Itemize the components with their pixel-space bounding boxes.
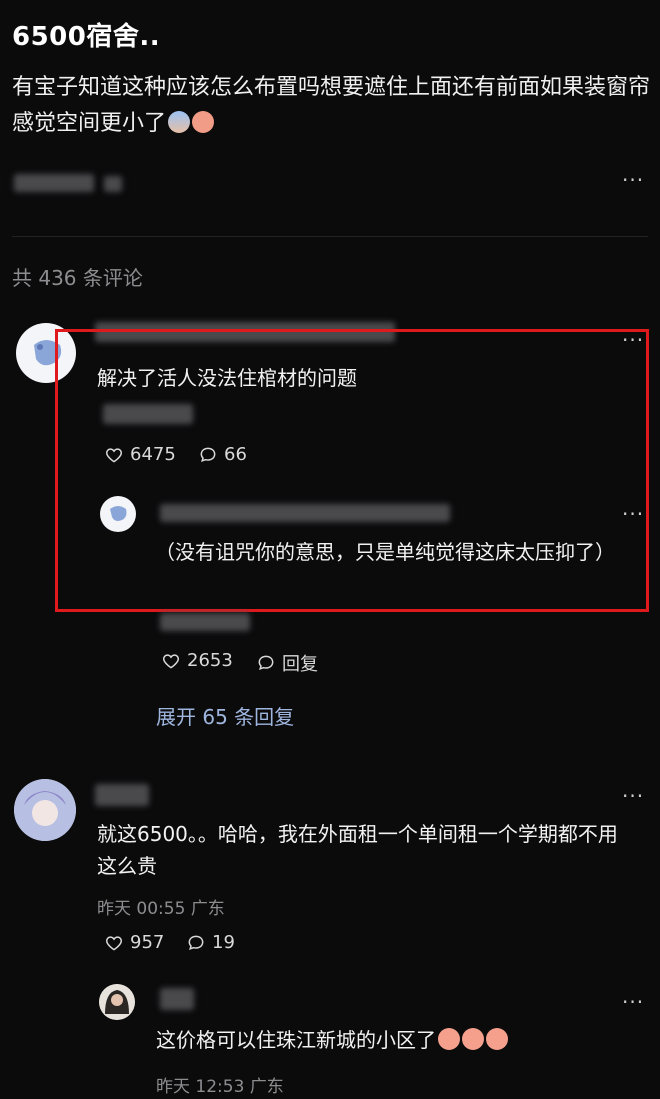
avatar[interactable] — [14, 779, 76, 841]
reply-location: 广东 — [249, 1077, 284, 1097]
reply-label: 回复 — [282, 654, 318, 675]
post-author-blurred — [14, 174, 94, 192]
reply-like-count: 2653 — [187, 650, 233, 671]
comment-more-button[interactable]: ··· — [622, 784, 644, 808]
reply-author-blurred — [160, 988, 194, 1010]
heart-icon — [105, 935, 123, 951]
comment-bubble-icon — [258, 655, 274, 671]
commenter-name-blurred — [95, 784, 149, 806]
comment-text: 就这6500。。哈哈，我在外面租一个单间租一个学期都不用这么贵 — [97, 822, 618, 878]
divider — [12, 236, 648, 237]
like-count: 957 — [130, 932, 165, 953]
peach-emoji-icon — [462, 1028, 484, 1050]
comment-count: 共 436 条评论 — [12, 266, 143, 290]
reply-time-blurred — [160, 613, 250, 631]
post-body: 有宝子知道这种应该怎么布置吗想要遮住上面还有前面如果装窗帘感觉空间更小了 — [12, 70, 652, 142]
heart-icon — [162, 653, 180, 669]
crying-emoji-icon — [168, 111, 191, 133]
reply-meta: 昨天 12:53 广东 — [156, 1072, 284, 1097]
reply-time: 昨天 12:53 — [156, 1077, 245, 1097]
post-date-blurred — [104, 176, 122, 192]
avatar-image-icon — [14, 779, 76, 841]
reply-like-button[interactable]: 2653 — [161, 650, 233, 671]
reply-text-content: 这价格可以住珠江新城的小区了 — [156, 1028, 436, 1052]
peach-emoji-icon — [438, 1028, 460, 1050]
peach-emoji-icon — [486, 1028, 508, 1050]
sad-face-emoji-icon — [192, 111, 215, 133]
comment-meta: 昨天 00:55 广东 — [97, 894, 225, 919]
comment-bubble-icon — [188, 935, 204, 950]
like-button[interactable]: 957 — [104, 932, 164, 953]
reply-count: 19 — [212, 932, 235, 953]
post-title: 6500宿舍.. — [12, 22, 161, 52]
post-more-button[interactable]: ··· — [622, 168, 644, 192]
red-highlight-box — [55, 329, 649, 612]
comment-time: 昨天 00:55 — [97, 899, 186, 919]
reply-text: 这价格可以住珠江新城的小区了 — [156, 1024, 508, 1056]
reply-button[interactable]: 回复 — [256, 650, 318, 676]
avatar-image-icon — [99, 984, 135, 1020]
reply-count-button[interactable]: 19 — [186, 932, 235, 953]
reply-avatar[interactable] — [99, 984, 135, 1020]
comment-location: 广东 — [190, 899, 225, 919]
expand-replies-link[interactable]: 展开 65 条回复 — [156, 701, 294, 730]
reply-more-button[interactable]: ··· — [622, 990, 644, 1014]
post-body-text: 有宝子知道这种应该怎么布置吗想要遮住上面还有前面如果装窗帘感觉空间更小了 — [12, 75, 651, 136]
